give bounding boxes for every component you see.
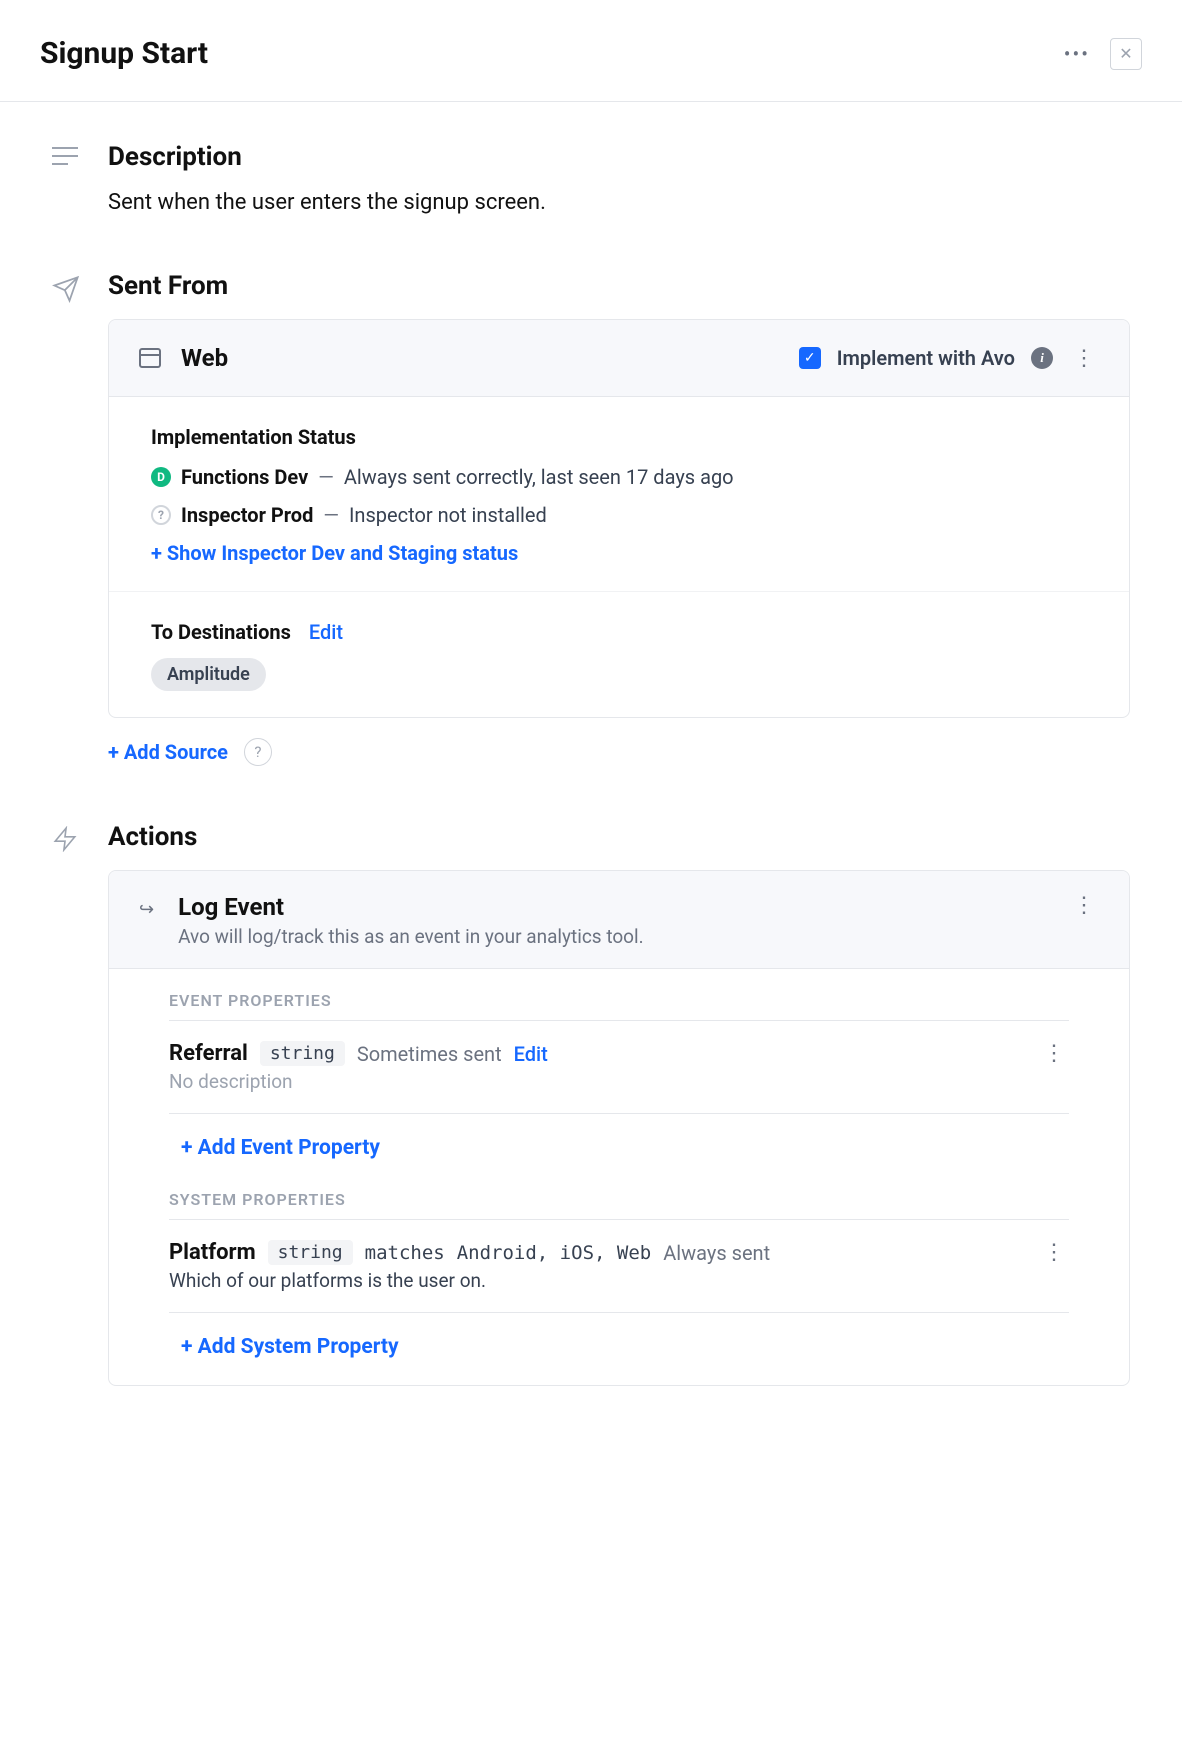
more-menu-icon[interactable]: ••• [1064,42,1090,66]
page-header: Signup Start ••• ✕ [0,0,1182,102]
implementation-status-block: Implementation Status D Functions Dev — … [109,397,1129,592]
help-icon[interactable]: ? [244,738,272,766]
status-row: D Functions Dev — Always sent correctly,… [151,465,1087,489]
description-text: Sent when the user enters the signup scr… [108,190,1130,215]
description-section: Description Sent when the user enters th… [52,142,1130,215]
source-more-icon[interactable]: ⋮ [1069,346,1099,371]
property-type: string [268,1240,353,1265]
show-inspector-status-link[interactable]: + Show Inspector Dev and Staging status [151,541,1087,565]
property-row: Platform string matches Android, iOS, We… [169,1230,1069,1302]
log-event-header: ↪ Log Event Avo will log/track this as a… [109,871,1129,969]
property-description: No description [169,1070,1039,1093]
page-title: Signup Start [40,36,208,71]
actions-section: Actions ↪ Log Event Avo will log/track t… [52,822,1130,1386]
close-button[interactable]: ✕ [1110,38,1142,70]
event-properties-block: EVENT PROPERTIES Referral string Sometim… [109,969,1129,1186]
info-icon[interactable]: i [1031,347,1053,369]
property-more-icon[interactable]: ⋮ [1039,1041,1069,1066]
destinations-label: To Destinations [151,620,291,644]
property-matches: Android, iOS, Web [457,1242,651,1264]
header-actions: ••• ✕ [1064,38,1142,70]
source-name: Web [181,344,228,372]
log-event-icon: ↪ [139,893,154,948]
property-description: Which of our platforms is the user on. [169,1269,1039,1292]
actions-card: ↪ Log Event Avo will log/track this as a… [108,870,1130,1386]
property-row: Referral string Sometimes sent Edit No d… [169,1031,1069,1103]
property-name[interactable]: Platform [169,1240,256,1265]
actions-icon [52,822,84,1386]
actions-label: Actions [108,822,1130,852]
sent-from-icon [52,271,84,766]
log-event-subtitle: Avo will log/track this as an event in y… [178,925,644,948]
event-properties-label: EVENT PROPERTIES [169,991,1069,1021]
status-detail: Inspector not installed [349,503,547,527]
status-detail: Always sent correctly, last seen 17 days… [344,465,734,489]
sent-from-label: Sent From [108,271,1130,301]
description-label: Description [108,142,1130,172]
implement-with-avo-checkbox[interactable]: ✓ [799,347,821,369]
log-event-title: Log Event [178,893,644,921]
implementation-status-title: Implementation Status [151,425,1087,449]
property-name[interactable]: Referral [169,1041,248,1066]
browser-icon [139,348,161,368]
destinations-edit-link[interactable]: Edit [309,620,343,644]
destination-pill[interactable]: Amplitude [151,658,266,691]
dev-badge-icon: D [151,467,171,487]
status-name: Inspector Prod [181,503,313,527]
status-row: ? Inspector Prod — Inspector not install… [151,503,1087,527]
source-card-header: Web ✓ Implement with Avo i ⋮ [109,320,1129,397]
system-properties-block: SYSTEM PROPERTIES Platform string matche… [109,1186,1129,1385]
close-icon: ✕ [1119,44,1132,63]
add-source-button[interactable]: + Add Source [108,740,228,764]
sent-from-section: Sent From Web ✓ Implement with Avo i ⋮ [52,271,1130,766]
property-type: string [260,1041,345,1066]
unknown-badge-icon: ? [151,505,171,525]
add-system-property-button[interactable]: + Add System Property [169,1323,1069,1377]
destinations-block: To Destinations Edit Amplitude [109,592,1129,717]
system-properties-label: SYSTEM PROPERTIES [169,1190,1069,1220]
description-icon [52,142,84,215]
add-event-property-button[interactable]: + Add Event Property [169,1124,1069,1178]
source-card: Web ✓ Implement with Avo i ⋮ Implementat… [108,319,1130,718]
status-name: Functions Dev [181,465,308,489]
property-matches-label: matches [365,1242,445,1264]
log-event-more-icon[interactable]: ⋮ [1069,893,1099,918]
property-presence: Sometimes sent [357,1042,502,1066]
property-edit-link[interactable]: Edit [514,1042,548,1066]
implement-with-avo-label: Implement with Avo [837,346,1015,370]
property-presence: Always sent [663,1241,770,1265]
property-more-icon[interactable]: ⋮ [1039,1240,1069,1265]
